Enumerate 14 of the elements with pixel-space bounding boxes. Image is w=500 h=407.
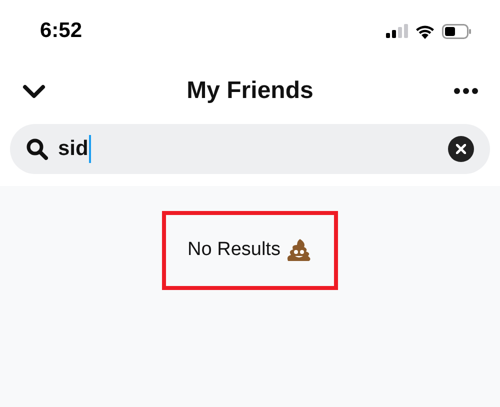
- no-results-text: No Results: [188, 238, 280, 262]
- search-icon: [26, 138, 48, 160]
- page-title: My Friends: [186, 76, 314, 106]
- search-text: sid: [58, 136, 88, 162]
- more-icon: [454, 88, 478, 94]
- search-field[interactable]: sid: [10, 124, 490, 174]
- clear-button[interactable]: [448, 136, 474, 162]
- close-icon: [456, 144, 466, 154]
- status-time: 6:52: [40, 18, 82, 44]
- chevron-down-icon: [22, 84, 46, 98]
- wifi-icon: [415, 24, 435, 38]
- poop-icon: [286, 238, 312, 262]
- signal-icon: [386, 24, 408, 38]
- battery-icon: [442, 24, 472, 38]
